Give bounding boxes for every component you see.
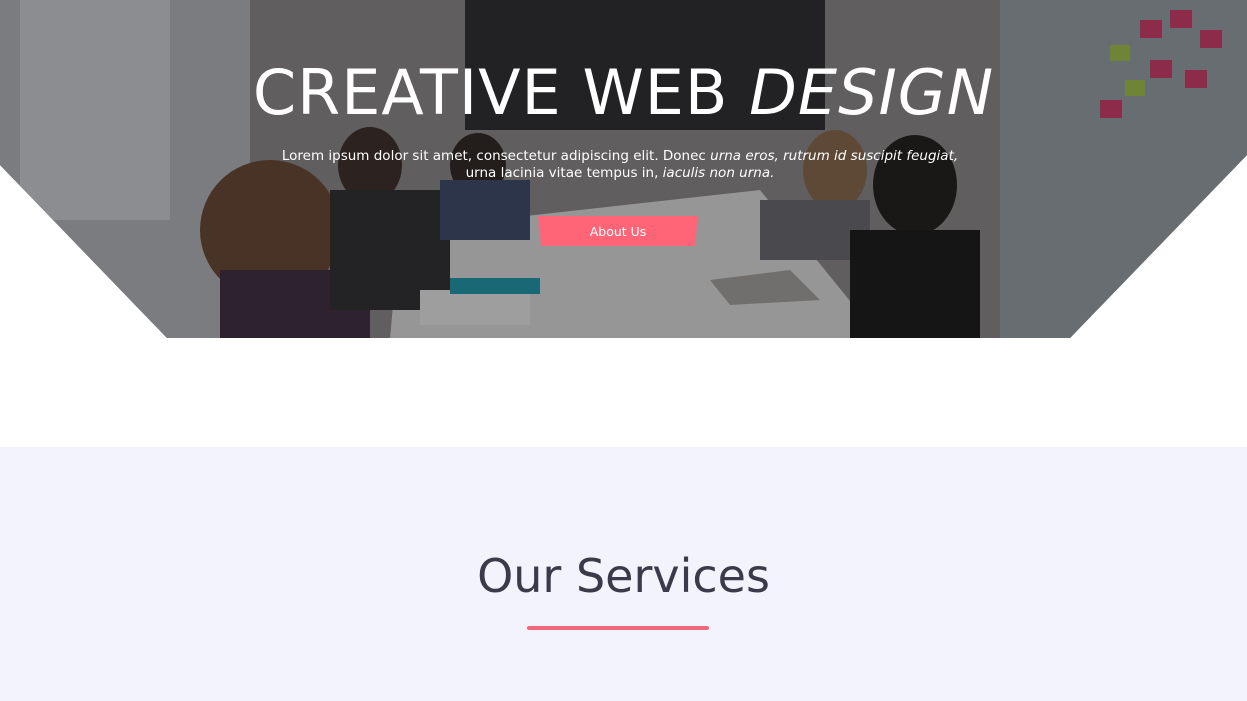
hero-subtitle-part1: Lorem ipsum dolor sit amet, consectetur … [281,148,711,164]
services-title-underline [527,626,709,630]
hero-subtitle-italic1: urna eros, rutrum id suscipit feugiat, [710,148,959,164]
hero-title: CREATIVE WEB DESIGN [0,56,1247,129]
hero-subtitle: Lorem ipsum dolor sit amet, consectetur … [270,148,970,182]
services-title: Our Services [477,549,770,603]
hero-title-part1: CREATIVE WEB [252,56,750,129]
hero-title-part2: DESIGN [749,56,995,129]
services-section: Our Services [0,447,1247,701]
hero-subtitle-part2: urna lacinia vitae tempus in, [465,165,663,181]
about-us-button[interactable]: About Us [538,216,698,246]
hero-section: CREATIVE WEB DESIGN Lorem ipsum dolor si… [0,0,1247,338]
hero-subtitle-italic2: iaculis non urna. [662,165,775,181]
